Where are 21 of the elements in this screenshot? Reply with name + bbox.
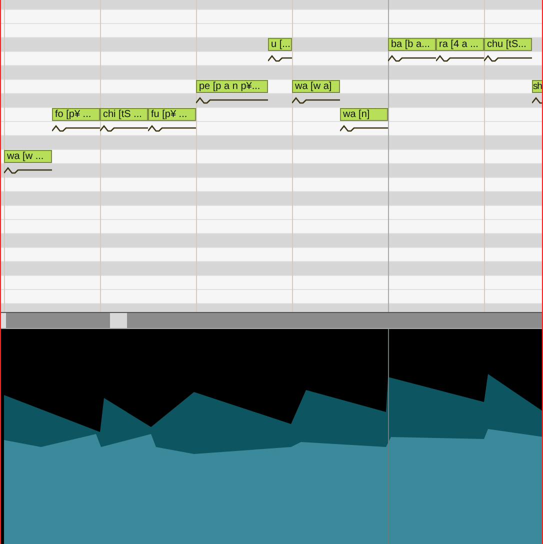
note-block[interactable]: pe [p a n p¥... xyxy=(196,80,268,93)
scrollbar-thumb[interactable] xyxy=(110,313,127,328)
note-block[interactable]: fu [p¥ ... xyxy=(148,108,196,121)
pitch-curve-icon xyxy=(292,97,340,104)
note-block[interactable]: u [... xyxy=(268,38,292,51)
note-block[interactable]: wa [w a] xyxy=(292,80,340,93)
note-block[interactable]: sh xyxy=(532,80,542,93)
pitch-curve-icon xyxy=(340,125,388,132)
pitch-curve-icon xyxy=(4,167,52,174)
note-block[interactable]: fo [p¥ ... xyxy=(52,108,100,121)
note-block[interactable]: wa [w ... xyxy=(4,150,52,163)
note-block[interactable]: chi [tS ... xyxy=(100,108,148,121)
note-block[interactable]: ba [b a... xyxy=(388,38,436,51)
pitch-curve-icon xyxy=(196,97,268,104)
pitch-curve-icon xyxy=(532,97,542,104)
note-block[interactable]: chu [tS... xyxy=(484,38,532,51)
horizontal-scrollbar[interactable] xyxy=(1,312,542,329)
note-block[interactable]: wa [n] xyxy=(340,108,388,121)
pitch-curve-icon xyxy=(268,55,292,62)
scrollbar-button[interactable] xyxy=(1,313,6,328)
note-block[interactable]: ra [4 a ... xyxy=(436,38,484,51)
